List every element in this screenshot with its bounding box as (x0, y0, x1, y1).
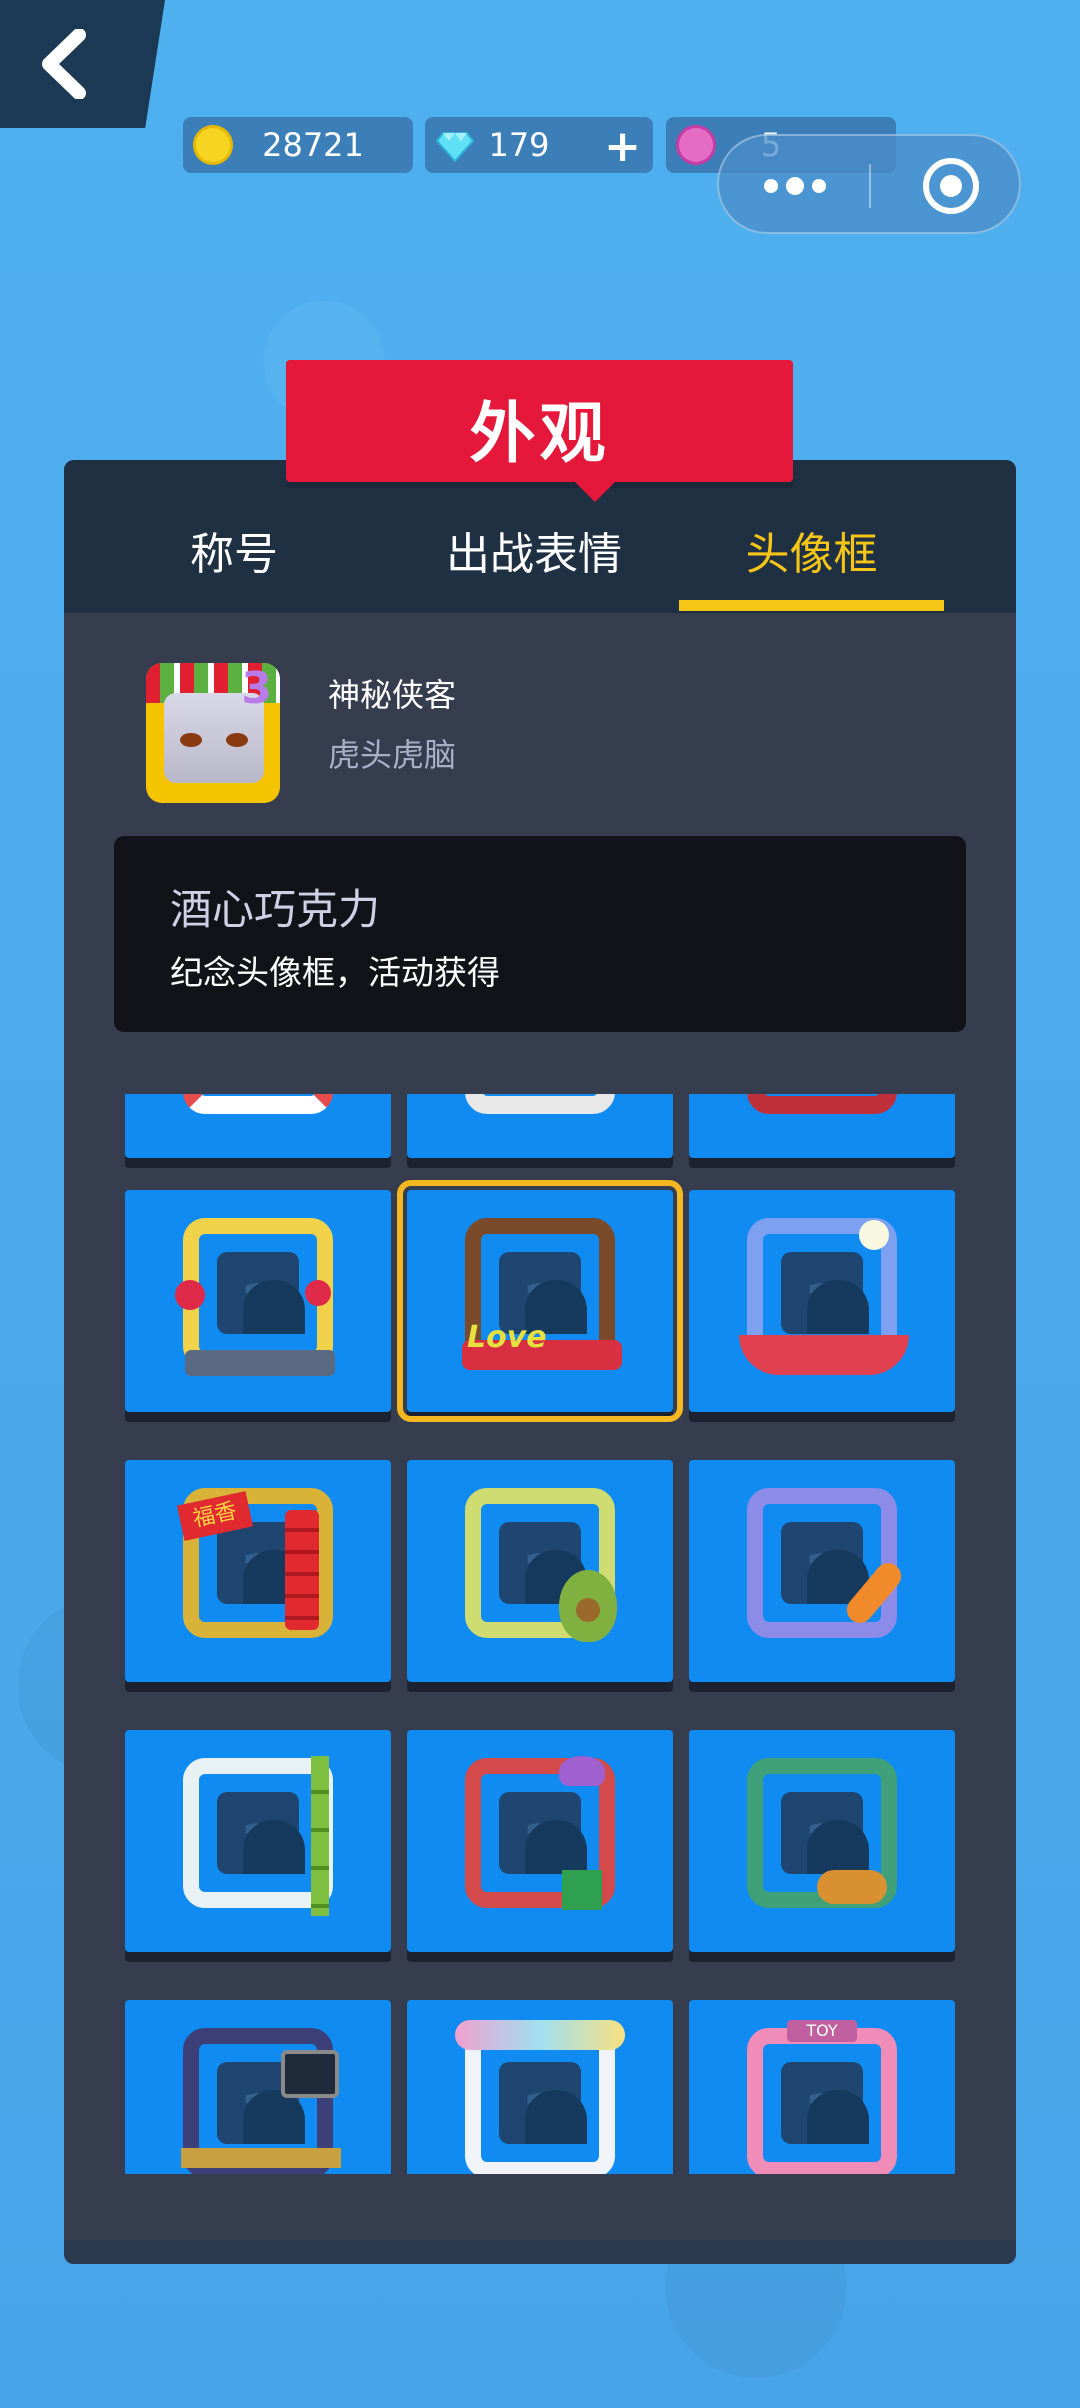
frame-cell-monitor[interactable]: ? (125, 2000, 391, 2174)
player-nickname: 神秘侠客 (328, 676, 457, 714)
moon-icon (859, 1220, 889, 1250)
appearance-banner: 外观 (286, 360, 793, 482)
dot-icon (812, 179, 826, 193)
silhouette (243, 1280, 305, 1334)
frame-cell-jester[interactable]: ? (407, 1730, 673, 1952)
frame-cell-firecracker[interactable]: ? 福香 (125, 1460, 391, 1682)
frame-cell-chocolate[interactable]: ? Love (397, 1180, 683, 1422)
active-tab-indicator (679, 600, 944, 611)
close-miniprogram-button[interactable] (923, 158, 979, 214)
number-three-decoration: 3 (241, 663, 272, 714)
avatar-eye (180, 733, 202, 747)
heart-icon (175, 1280, 205, 1310)
gem-amount: 179 (488, 126, 550, 164)
bamboo-icon (311, 1756, 329, 1916)
frame-cell-autumn[interactable]: ? (689, 1730, 955, 1952)
frame-cell-rainbow-cloud[interactable]: ? (407, 2000, 673, 2174)
avatar-frame-grid[interactable]: ? ? Love ? ? 福香 (64, 1094, 1016, 2174)
avatar-frame-partial (747, 1094, 897, 1114)
avatar: 3 (146, 663, 280, 803)
chevron-left-icon (41, 29, 86, 99)
dot-icon (786, 177, 804, 195)
appearance-panel: 称号 出战表情 头像框 3 神秘侠客 虎头虎脑 酒心巧克力 纪念头像框，活动获得 (64, 460, 1016, 2264)
tab-avatar-frames[interactable]: 头像框 (679, 520, 944, 600)
frame-cell[interactable] (689, 1094, 955, 1158)
frame-cell-carrot[interactable]: ? (689, 1460, 955, 1682)
silhouette (807, 1820, 869, 1874)
frame-cell[interactable] (125, 1094, 391, 1158)
silhouette (243, 1820, 305, 1874)
silhouette (807, 1280, 869, 1334)
panel-bottom-edge (64, 2240, 1016, 2264)
frame-cell-moon-rabbit[interactable]: ? (689, 1190, 955, 1412)
leaf-pile-icon (817, 1870, 887, 1904)
heart-monitor-icon (281, 2050, 339, 2098)
heart-icon (305, 1280, 331, 1306)
coin-amount: 28721 (262, 126, 364, 164)
silhouette (525, 2090, 587, 2144)
selected-item-info: 酒心巧克力 纪念头像框，活动获得 (114, 836, 966, 1032)
frame-cell-toy[interactable]: ? TOY (689, 2000, 955, 2174)
back-button[interactable] (0, 0, 165, 128)
frame-cell-hearts[interactable]: ? (125, 1190, 391, 1412)
firecracker-icon (285, 1510, 319, 1630)
gem-counter: 179 + (425, 117, 653, 173)
boat-decoration (739, 1335, 909, 1375)
selected-item-name: 酒心巧克力 (170, 885, 381, 934)
capsule-divider (869, 164, 871, 208)
player-title: 虎头虎脑 (328, 736, 457, 774)
frame-cell[interactable] (407, 1094, 673, 1158)
avatar-eye (226, 733, 248, 747)
more-options-button[interactable] (764, 176, 834, 196)
tab-bar: 称号 出战表情 头像框 (64, 460, 1016, 613)
frame-cell-avocado[interactable]: ? (407, 1460, 673, 1682)
selected-item-description: 纪念头像框，活动获得 (170, 953, 500, 992)
miniprogram-capsule (717, 134, 1021, 234)
love-text-decoration: Love (467, 1320, 547, 1355)
banner-pointer (573, 480, 617, 502)
fence-decoration (181, 2148, 341, 2168)
frame-base (185, 1350, 335, 1376)
jester-hat-icon (559, 1756, 605, 1786)
coin-counter: 28721 (183, 117, 413, 173)
silhouette (243, 2090, 305, 2144)
dot-icon (764, 179, 778, 193)
tab-titles[interactable]: 称号 (164, 520, 304, 600)
avatar-frame-partial (465, 1094, 615, 1114)
rainbow-cloud-decoration (455, 2020, 625, 2050)
avatar-frame-partial (183, 1094, 333, 1114)
add-gems-button[interactable]: + (604, 121, 641, 172)
carrot-frame: ? (747, 1488, 897, 1638)
toy-frame: ? (747, 2028, 897, 2174)
frame-cell-bamboo[interactable]: ? (125, 1730, 391, 1952)
jack-in-box-icon (562, 1870, 602, 1910)
silhouette (807, 2090, 869, 2144)
tab-battle-emotes[interactable]: 出战表情 (434, 520, 634, 600)
silhouette (525, 1820, 587, 1874)
toy-sign: TOY (787, 2020, 857, 2042)
avocado-icon (559, 1570, 617, 1642)
page-title: 外观 (469, 395, 610, 472)
